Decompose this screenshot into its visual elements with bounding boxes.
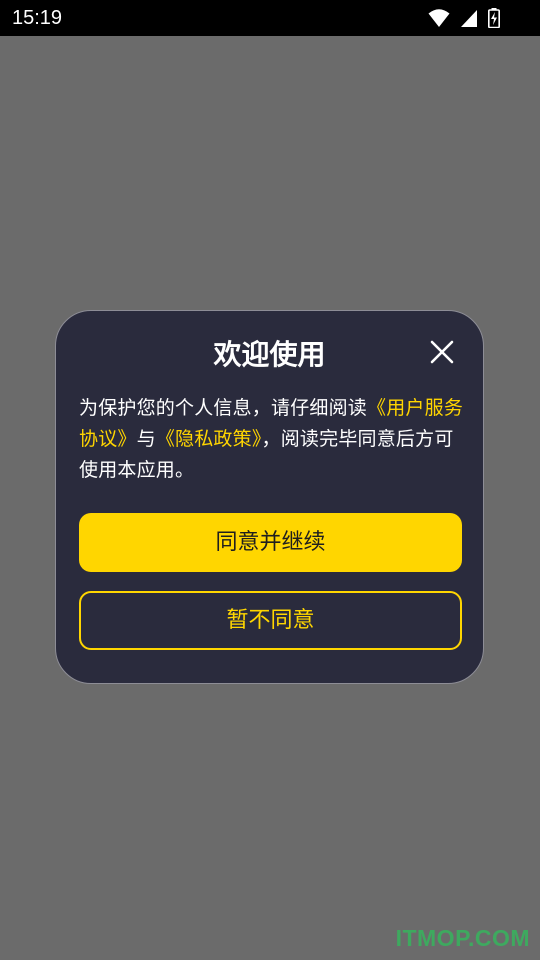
watermark: ITMOP.COM <box>395 925 530 951</box>
battery-charging-icon <box>488 8 500 29</box>
signal-icon <box>460 8 478 28</box>
message-text-1: 为保护您的个人信息，请仔细阅读 <box>79 397 368 419</box>
dialog-message: 为保护您的个人信息，请仔细阅读《用户服务协议》与《隐私政策》，阅读完毕同意后方可… <box>79 393 464 486</box>
app-screen: 15:19 欢迎使用 为保护您的个人信息，请仔细阅读《用户服务协议》与《隐私政策… <box>0 0 540 960</box>
status-bar: 15:19 <box>0 0 540 36</box>
agree-continue-button[interactable]: 同意并继续 <box>79 513 462 572</box>
privacy-consent-dialog: 欢迎使用 为保护您的个人信息，请仔细阅读《用户服务协议》与《隐私政策》，阅读完毕… <box>55 310 484 684</box>
dialog-title: 欢迎使用 <box>213 338 326 371</box>
status-icons <box>428 7 500 29</box>
decline-button[interactable]: 暂不同意 <box>79 591 462 650</box>
privacy-policy-link[interactable]: 《隐私政策》 <box>156 428 262 450</box>
message-text-2: 与 <box>136 428 156 450</box>
close-icon <box>430 340 454 364</box>
close-button[interactable] <box>427 337 457 367</box>
status-time: 15:19 <box>12 7 63 29</box>
wifi-icon <box>428 8 450 28</box>
